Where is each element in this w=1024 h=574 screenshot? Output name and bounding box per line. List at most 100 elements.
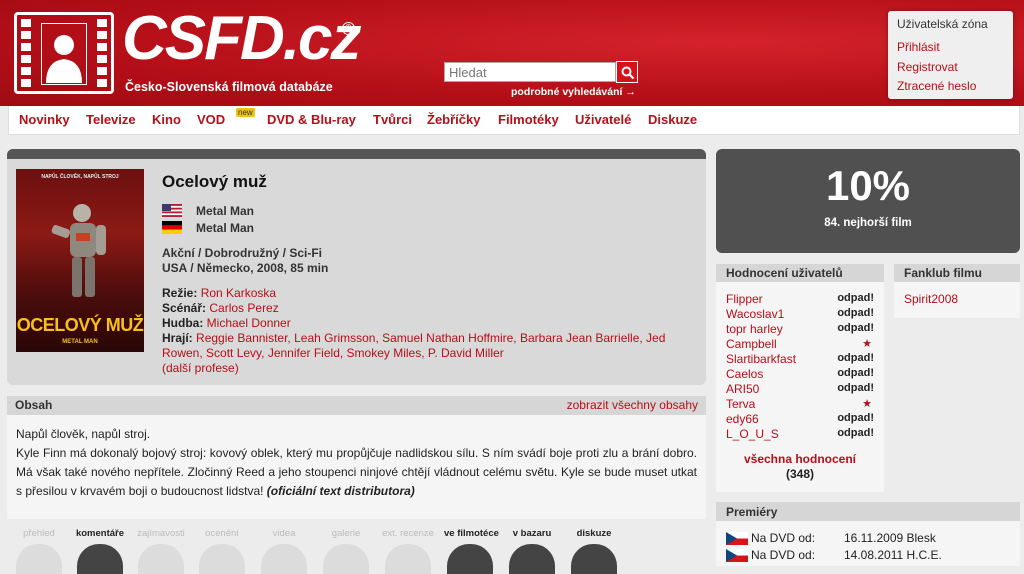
- lost-password-link[interactable]: Ztracené heslo: [897, 77, 1004, 97]
- rating-user[interactable]: Campbell: [726, 337, 777, 351]
- plot-header: Obsah zobrazit všechny obsahy: [7, 396, 706, 415]
- login-link[interactable]: Přihlásit: [897, 38, 1004, 58]
- nav-item-dvd[interactable]: DVD & Blu-ray: [267, 112, 356, 127]
- director-link[interactable]: Ron Karkoska: [201, 286, 276, 300]
- user-zone-title: Uživatelská zóna: [897, 17, 988, 31]
- music-link[interactable]: Michael Donner: [207, 316, 291, 330]
- nav-item-uzivatele[interactable]: Uživatelé: [575, 112, 631, 127]
- tab-komentare[interactable]: komentáře: [74, 528, 126, 574]
- tab-videa[interactable]: videa: [258, 528, 310, 574]
- rating-user[interactable]: L_O_U_S: [726, 427, 779, 441]
- rating-value: odpad!: [837, 292, 874, 304]
- film-origin: USA / Německo, 2008, 85 min: [162, 261, 329, 275]
- tab-v-bazaru[interactable]: v bazaru: [506, 528, 558, 574]
- tab-ext-recenze[interactable]: ext. recenze: [382, 528, 434, 574]
- registered-mark: ®: [342, 22, 355, 35]
- nav-item-diskuze[interactable]: Diskuze: [648, 112, 697, 127]
- plot-line: Napůl člověk, napůl stroj.: [16, 427, 151, 441]
- list-item: topr harley odpad!: [726, 322, 874, 337]
- tab-ve-filmotece[interactable]: ve filmotéce: [444, 528, 499, 574]
- music-label: Hudba:: [162, 316, 204, 330]
- user-ratings-list: Flipper odpad! Wacoslav1 odpad! topr harle…: [716, 282, 884, 492]
- rating-user[interactable]: Wacoslav1: [726, 307, 784, 321]
- logo-film-icon[interactable]: [14, 12, 114, 94]
- film-info-panel: NAPŮL ČLOVĚK, NAPŮL STROJ OCELOVÝ MUŽ ME…: [7, 149, 706, 385]
- robot-figure-icon: [51, 204, 106, 297]
- film-poster[interactable]: NAPŮL ČLOVĚK, NAPŮL STROJ OCELOVÝ MUŽ ME…: [16, 169, 144, 352]
- director-row: Režie: Ron Karkoska: [162, 286, 276, 300]
- nav-item-televize[interactable]: Televize: [86, 112, 136, 127]
- rating-value: odpad!: [837, 382, 874, 394]
- fanclub-list: Spirit2008: [894, 282, 1020, 318]
- poster-title: OCELOVÝ MUŽ: [16, 315, 144, 335]
- rating-user[interactable]: Caelos: [726, 367, 763, 381]
- de-flag-icon: [162, 221, 182, 234]
- premiere-label: Na DVD od:: [751, 548, 816, 562]
- cz-flag-icon: [726, 532, 748, 545]
- fanclub-member[interactable]: Spirit2008: [904, 292, 958, 306]
- search-button[interactable]: [616, 61, 638, 83]
- rating-value: odpad!: [837, 367, 874, 379]
- search-input[interactable]: [444, 62, 616, 82]
- register-link[interactable]: Registrovat: [897, 58, 1004, 78]
- all-ratings-link[interactable]: všechna hodnocení: [716, 452, 884, 466]
- rating-user[interactable]: Slartibarkfast: [726, 352, 796, 366]
- alt-name: Metal Man: [196, 221, 255, 235]
- rating-user[interactable]: Terva: [726, 397, 755, 411]
- logo[interactable]: CSFD.cz: [122, 6, 361, 72]
- rating-rank-link[interactable]: 84. nejhorší film: [716, 217, 1020, 229]
- rating-box: 10% 84. nejhorší film: [716, 149, 1020, 253]
- writer-row: Scénář: Carlos Perez: [162, 301, 279, 315]
- rating-user[interactable]: ARI50: [726, 382, 759, 396]
- cz-flag-icon: [726, 549, 748, 562]
- list-item: Flipper odpad!: [726, 292, 874, 307]
- alt-name: Metal Man: [196, 204, 255, 218]
- tab-zajimavosti[interactable]: zajímavosti: [135, 528, 187, 574]
- plot-source: (oficiální text distributora): [266, 484, 415, 498]
- cast-row: Hrají: Reggie Bannister, Leah Grimsson, …: [162, 331, 677, 376]
- tab-diskuze[interactable]: diskuze: [568, 528, 620, 574]
- user-zone: Uživatelská zóna Přihlásit Registrovat Z…: [888, 11, 1013, 99]
- cast-links[interactable]: Reggie Bannister, Leah Grimsson, Samuel …: [162, 331, 665, 360]
- rating-value: odpad!: [837, 427, 874, 439]
- advanced-search-link[interactable]: podrobné vyhledávání →: [511, 86, 636, 98]
- nav-item-novinky[interactable]: Novinky: [19, 112, 70, 127]
- film-title: Ocelový muž: [162, 172, 267, 191]
- site-subtitle: Česko-Slovenská filmová databáze: [125, 80, 333, 94]
- cast-label: Hrají:: [162, 331, 193, 345]
- list-item: Wacoslav1 odpad!: [726, 307, 874, 322]
- star-icon: ★: [862, 338, 872, 350]
- rating-user[interactable]: edy66: [726, 412, 759, 426]
- site-header: CSFD.cz ® Česko-Slovenská filmová databá…: [0, 0, 1024, 106]
- film-genres: Akční / Dobrodružný / Sci-Fi: [162, 246, 323, 260]
- list-item: Slartibarkfast odpad!: [726, 352, 874, 367]
- list-item: L_O_U_S odpad!: [726, 427, 874, 442]
- tab-prehled[interactable]: přehled: [13, 528, 65, 574]
- rating-value: odpad!: [837, 352, 874, 364]
- list-item: Campbell ★: [726, 337, 874, 352]
- premiere-label: Na DVD od:: [751, 531, 816, 545]
- list-item: edy66 odpad!: [726, 412, 874, 427]
- nav-item-vod[interactable]: VOD: [197, 112, 225, 127]
- poster-subtitle: METAL MAN: [62, 339, 98, 345]
- rating-user[interactable]: Flipper: [726, 292, 763, 306]
- rating-user[interactable]: topr harley: [726, 322, 783, 336]
- premiere-date: 14.08.2011 H.C.E.: [844, 548, 942, 562]
- nav-item-tvurci[interactable]: Tvůrci: [373, 112, 412, 127]
- writer-link[interactable]: Carlos Perez: [209, 301, 278, 315]
- main-nav: Novinky Televize Kino VOD new DVD & Blu-…: [8, 106, 1020, 135]
- premieres-heading: Premiéry: [716, 502, 1020, 521]
- music-row: Hudba: Michael Donner: [162, 316, 291, 330]
- show-all-plots-link[interactable]: zobrazit všechny obsahy: [567, 398, 698, 412]
- panel-topbar: [7, 149, 706, 159]
- rating-percent: 10%: [825, 162, 911, 209]
- more-professions-link[interactable]: (další profese): [162, 361, 239, 375]
- tab-oceneni[interactable]: ocenění: [196, 528, 248, 574]
- nav-item-filmoteky[interactable]: Filmotéky: [498, 112, 559, 127]
- user-ratings-heading: Hodnocení uživatelů: [716, 264, 884, 282]
- nav-item-zebricky[interactable]: Žebříčky: [427, 112, 480, 127]
- tab-galerie[interactable]: galerie: [320, 528, 372, 574]
- nav-item-kino[interactable]: Kino: [152, 112, 181, 127]
- list-item: Caelos odpad!: [726, 367, 874, 382]
- fanclub-heading: Fanklub filmu: [894, 264, 1020, 282]
